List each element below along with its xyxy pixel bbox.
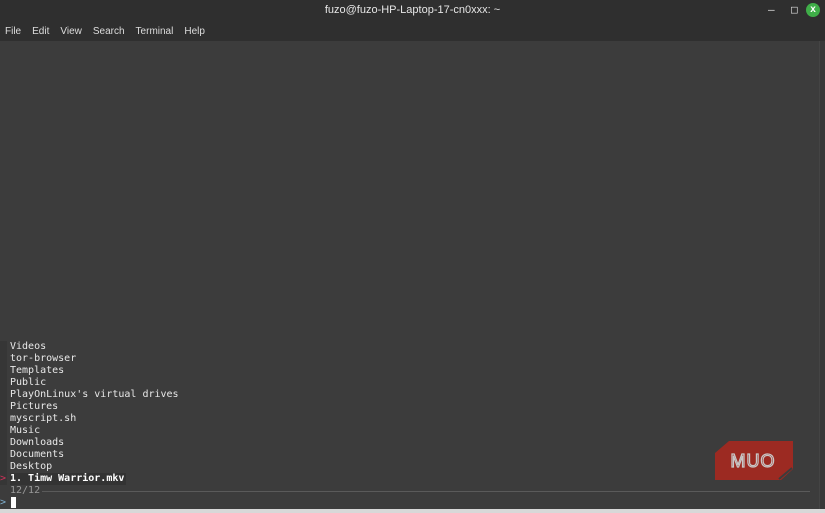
list-item[interactable]: Documents: [10, 449, 64, 461]
bottom-strip: [0, 509, 825, 513]
scrollbar[interactable]: [819, 41, 825, 509]
list-item[interactable]: Templates: [10, 365, 64, 377]
list-item[interactable]: Pictures: [10, 401, 58, 413]
minimize-button[interactable]: –: [768, 0, 775, 21]
fzf-gutter: [0, 341, 7, 485]
maximize-button[interactable]: □: [791, 0, 798, 21]
divider: [42, 491, 810, 492]
menu-help[interactable]: Help: [184, 26, 205, 37]
menu-edit[interactable]: Edit: [32, 26, 49, 37]
list-item[interactable]: Videos: [10, 341, 46, 353]
menu-bar: File Edit View Search Terminal Help: [0, 21, 825, 41]
menu-file[interactable]: File: [5, 26, 21, 37]
terminal-area[interactable]: [0, 41, 819, 509]
list-item[interactable]: Music: [10, 425, 40, 437]
text-cursor[interactable]: [11, 497, 16, 508]
window-title: fuzo@fuzo-HP-Laptop-17-cn0xxx: ~: [324, 4, 501, 16]
title-bar: fuzo@fuzo-HP-Laptop-17-cn0xxx: ~: [0, 0, 825, 21]
menu-terminal[interactable]: Terminal: [136, 26, 174, 37]
menu-view[interactable]: View: [60, 26, 82, 37]
muo-logo: MUO: [715, 441, 793, 480]
prompt-symbol: >: [0, 497, 7, 508]
close-button[interactable]: x: [806, 3, 820, 17]
list-item[interactable]: myscript.sh: [10, 413, 76, 425]
list-item[interactable]: Desktop: [10, 461, 52, 473]
list-item[interactable]: Downloads: [10, 437, 64, 449]
selection-pointer: >: [0, 473, 7, 484]
selected-list-item[interactable]: 1. Timw Warrior.mkv: [10, 473, 127, 485]
menu-search[interactable]: Search: [93, 26, 125, 37]
list-item[interactable]: tor-browser: [10, 353, 76, 365]
list-item[interactable]: Public: [10, 377, 46, 389]
list-item[interactable]: PlayOnLinux's virtual drives: [10, 389, 179, 401]
svg-text:MUO: MUO: [731, 451, 776, 471]
match-count: 12/12: [10, 485, 41, 496]
